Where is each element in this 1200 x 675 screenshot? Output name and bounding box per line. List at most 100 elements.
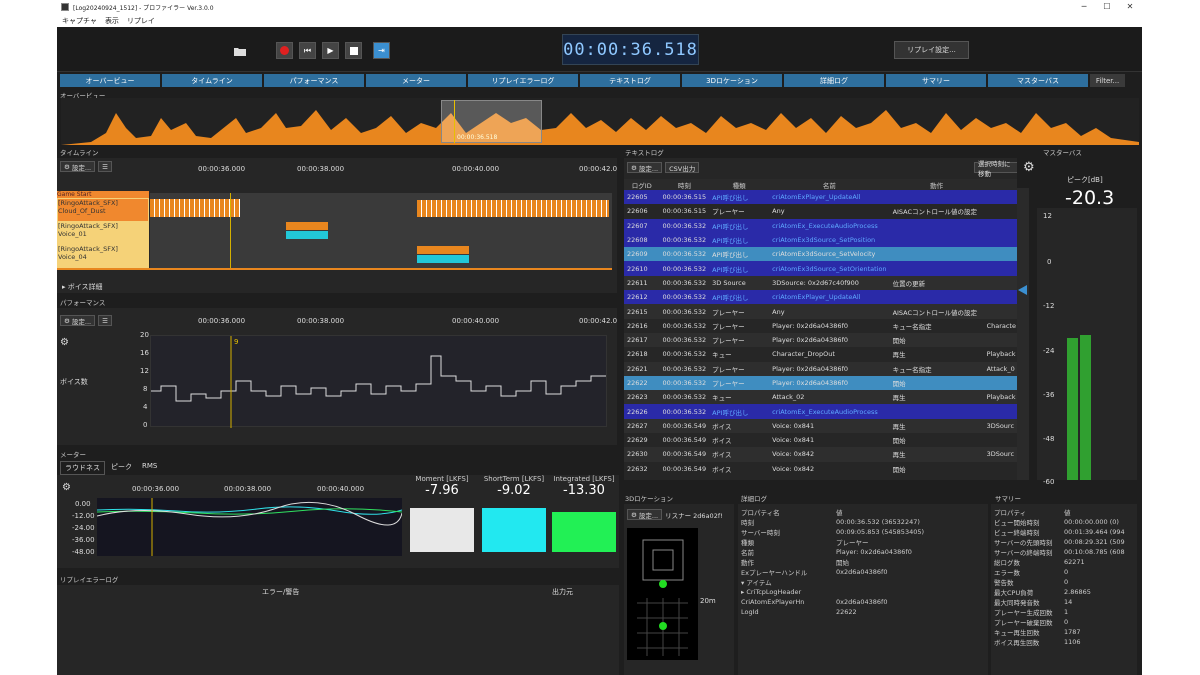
clip-cloud-2[interactable] <box>417 200 609 217</box>
list-item[interactable]: 動作 開始 <box>738 557 927 567</box>
menu-capture[interactable]: キャプチャ <box>62 16 97 26</box>
csv-export-button[interactable]: CSV出力 <box>665 162 700 173</box>
menu-view[interactable]: 表示 <box>105 16 119 26</box>
list-item[interactable]: 時刻 00:00:36.532 (36532247) <box>738 517 927 527</box>
jump-to-time-button[interactable]: 選択時刻に移動 <box>974 160 1019 178</box>
perf-settings-button[interactable]: ⚙ 設定... <box>60 315 96 326</box>
filter-button[interactable]: Filter... <box>1090 74 1125 87</box>
table-row[interactable]: 22632 00:00:36.549 ボイス Voice: 0x842 開始 <box>624 461 1019 476</box>
list-item[interactable]: 名前 Player: 0x2d6a04386f0 <box>738 547 927 557</box>
tab-timeline[interactable]: タイムライン <box>162 74 262 87</box>
play-button[interactable]: ▶ <box>322 42 339 59</box>
table-row[interactable]: 22612 00:00:36.532 API呼び出し criAtomExPlayer_… <box>624 290 1019 305</box>
table-row[interactable]: 22621 00:00:36.532 プレーヤー Player: 0x2d6a0438… <box>624 361 1019 376</box>
list-item[interactable]: 最大同時発音数 14 <box>991 597 1128 607</box>
track-game-start[interactable]: Game Start <box>57 191 149 198</box>
list-item[interactable]: 警告数 0 <box>991 577 1128 587</box>
list-item[interactable]: ビュー開始時刻 00:00:00.000 (0) <box>991 517 1128 527</box>
col-type[interactable]: 種類 <box>709 179 770 190</box>
table-row[interactable]: 22607 00:00:36.532 API呼び出し criAtomEx_Execut… <box>624 218 1019 233</box>
table-row[interactable]: 22629 00:00:36.549 ボイス Voice: 0x841 開始 <box>624 433 1019 448</box>
rewind-button[interactable]: ⏮ <box>299 42 316 59</box>
list-item[interactable]: 種類 プレーヤー <box>738 537 927 547</box>
record-button[interactable] <box>276 42 293 59</box>
table-row[interactable]: 22609 00:00:36.532 API呼び出し criAtomEx3dSourc… <box>624 247 1019 262</box>
folder-icon[interactable] <box>231 42 248 59</box>
tab-performance[interactable]: パフォーマンス <box>264 74 364 87</box>
menu-icon[interactable]: ☰ <box>98 161 112 172</box>
list-item[interactable]: プレーヤー破棄回数 0 <box>991 617 1128 627</box>
list-item[interactable]: 最大CPU負荷 2.86865 <box>991 587 1128 597</box>
table-row[interactable]: 22618 00:00:36.532 キュー Character_DropOut 再生 P… <box>624 347 1019 362</box>
tab-detail-log[interactable]: 詳細ログ <box>784 74 884 87</box>
table-row[interactable]: 22617 00:00:36.532 プレーヤー Player: 0x2d6a0438… <box>624 332 1019 348</box>
meter-tab-peak[interactable]: ピーク <box>107 461 136 475</box>
list-item[interactable]: LogId 22622 <box>738 607 927 617</box>
follow-button[interactable]: ⇥ <box>373 42 390 59</box>
table-row[interactable]: 22630 00:00:36.549 ボイス Voice: 0x842 再生 3DSour… <box>624 447 1019 462</box>
list-item[interactable]: CriAtomExPlayerHn 0x2d6a04386f0 <box>738 597 927 607</box>
track-cloud-of-dust[interactable]: [RingoAttack_SFX] Cloud_Of_Dust <box>58 199 148 221</box>
listener-select[interactable]: リスナー 2d6a02f! <box>665 510 723 520</box>
close-button[interactable]: ✕ <box>1123 2 1137 11</box>
clip-voice01-a[interactable] <box>286 222 328 230</box>
track-voice-01[interactable]: [RingoAttack_SFX] Voice_01 <box>58 222 148 244</box>
table-row[interactable]: 22606 00:00:36.515 プレーヤー Any AISACコントロール値の設定 <box>624 204 1019 219</box>
clip-voice01-b[interactable] <box>286 231 328 239</box>
menu-replay[interactable]: リプレイ <box>127 16 155 26</box>
table-row[interactable]: 22615 00:00:36.532 プレーヤー Any AISACコントロール値の設定 <box>624 304 1019 319</box>
table-row[interactable]: 22622 00:00:36.532 プレーヤー Player: 0x2d6a0438… <box>624 375 1019 391</box>
replay-settings-button[interactable]: リプレイ設定... <box>894 41 969 59</box>
list-item[interactable]: 総ログ数 62271 <box>991 557 1128 567</box>
table-row[interactable]: 22608 00:00:36.532 API呼び出し criAtomEx3dSourc… <box>624 232 1019 248</box>
masterbus-fader-track[interactable] <box>1017 188 1029 480</box>
perf-gear-icon[interactable]: ⚙ <box>60 337 69 348</box>
col-extra[interactable] <box>983 179 1019 190</box>
voice-detail-toggle[interactable]: ▸ ボイス詳細 <box>62 282 103 292</box>
masterbus-gear-icon[interactable]: ⚙ <box>1023 160 1035 175</box>
loc3d-view[interactable] <box>627 528 698 660</box>
col-logid[interactable]: ログID <box>624 179 660 190</box>
list-item[interactable]: Exプレーヤーハンドル 0x2d6a04386f0 <box>738 567 927 577</box>
tab-meter[interactable]: メーター <box>366 74 466 87</box>
col-action[interactable]: 動作 <box>889 179 984 190</box>
perf-graph[interactable]: 9 <box>150 335 607 428</box>
masterbus-fader-handle[interactable] <box>1018 285 1027 295</box>
table-row[interactable]: 22605 00:00:36.515 API呼び出し criAtomExPlayer_… <box>624 190 1019 205</box>
meter-gear-icon[interactable]: ⚙ <box>62 482 71 493</box>
list-item[interactable]: ビュー終端時刻 00:01:39.464 (994 <box>991 527 1128 537</box>
overview-waveform[interactable]: 00:00:36.518 <box>61 98 1139 145</box>
col-name[interactable]: 名前 <box>769 179 890 190</box>
list-item[interactable]: キュー再生回数 1787 <box>991 627 1128 637</box>
tab-master-bus[interactable]: マスターバス <box>988 74 1088 87</box>
timeline-settings-button[interactable]: ⚙ 設定... <box>60 161 96 172</box>
list-item[interactable]: サーバー時刻 00:09:05.853 (545853405) <box>738 527 927 537</box>
timeline-tracks-area[interactable] <box>150 193 612 268</box>
tab-3d-location[interactable]: 3Dロケーション <box>682 74 782 87</box>
meter-tab-loudness[interactable]: ラウドネス <box>60 461 105 475</box>
list-item[interactable]: ▸ CriTcpLogHeader <box>738 587 927 597</box>
tab-summary[interactable]: サマリー <box>886 74 986 87</box>
clip-voice04-a[interactable] <box>417 246 469 254</box>
minimize-button[interactable]: ─ <box>1077 2 1091 11</box>
loc3d-settings-button[interactable]: ⚙ 設定... <box>627 509 663 520</box>
list-item[interactable]: サーバーの終端時刻 00:10:08.785 (608 <box>991 547 1128 557</box>
clip-voice04-b[interactable] <box>417 255 469 263</box>
table-row[interactable]: 22610 00:00:36.532 API呼び出し criAtomEx3dSourc… <box>624 261 1019 276</box>
table-row[interactable]: 22623 00:00:36.532 キュー Attack_02 再生 Playback <box>624 390 1019 405</box>
list-item[interactable]: ▾ アイテム <box>738 577 927 587</box>
list-item[interactable]: ボイス再生回数 1106 <box>991 637 1128 647</box>
table-row[interactable]: 22611 00:00:36.532 3D Source 3DSource: 0x2d… <box>624 275 1019 291</box>
list-item[interactable]: プレーヤー生成回数 1 <box>991 607 1128 617</box>
maximize-button[interactable]: ☐ <box>1100 2 1114 11</box>
tab-overview[interactable]: オーバービュー <box>60 74 160 87</box>
tab-text-log[interactable]: テキストログ <box>580 74 680 87</box>
clip-cloud-1[interactable] <box>150 199 240 217</box>
list-item[interactable]: エラー数 0 <box>991 567 1128 577</box>
textlog-settings-button[interactable]: ⚙ 設定... <box>627 162 663 173</box>
track-voice-04[interactable]: [RingoAttack_SFX] Voice_04 <box>58 245 148 267</box>
table-row[interactable]: 22616 00:00:36.532 プレーヤー Player: 0x2d6a0438… <box>624 318 1019 333</box>
perf-menu-icon[interactable]: ☰ <box>98 315 112 326</box>
list-item[interactable]: サーバーの先頭時刻 00:08:29.321 (509 <box>991 537 1128 547</box>
table-row[interactable]: 22627 00:00:36.549 ボイス Voice: 0x841 再生 3DSour… <box>624 418 1019 434</box>
